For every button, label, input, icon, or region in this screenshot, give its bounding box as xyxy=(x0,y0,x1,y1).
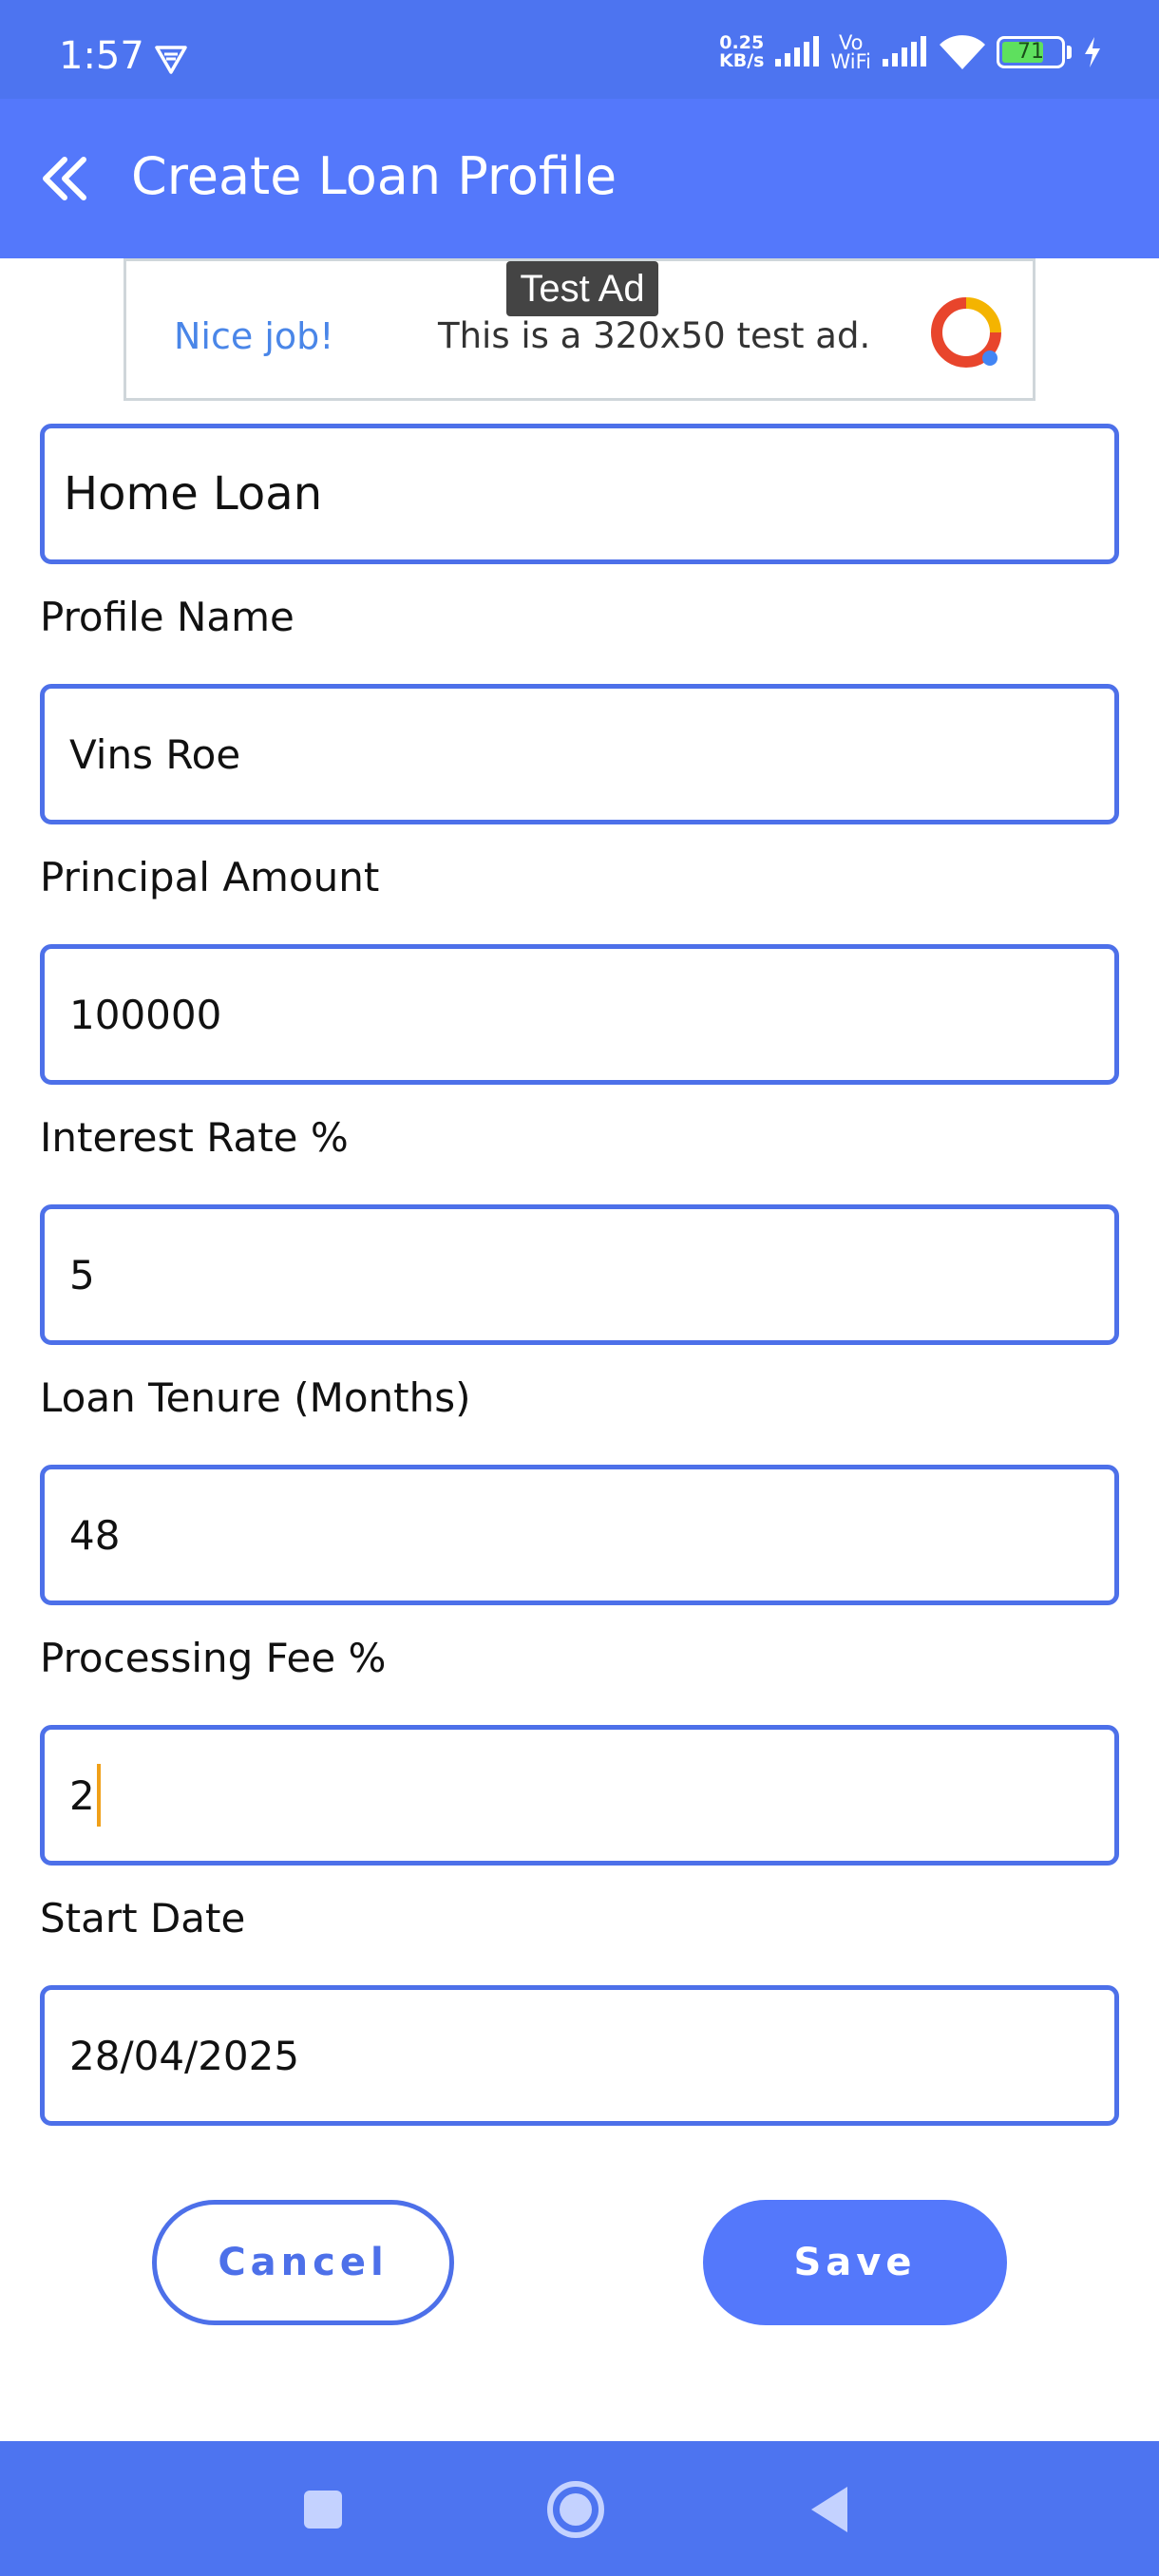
save-button[interactable]: Save xyxy=(703,2200,1007,2325)
principal-amount-input[interactable]: 100000 xyxy=(40,944,1119,1085)
principal-amount-label: Principal Amount xyxy=(40,854,380,900)
double-chevron-left-icon[interactable] xyxy=(36,148,97,209)
ad-headline: Nice job! xyxy=(174,315,334,357)
profile-name-label: Profile Name xyxy=(40,594,294,640)
network-speed-unit: KB/s xyxy=(719,50,765,71)
signal-icon xyxy=(775,36,820,66)
battery-icon: 71 xyxy=(997,36,1065,68)
start-date-label: Start Date xyxy=(40,1895,246,1941)
processing-fee-label: Processing Fee % xyxy=(40,1635,387,1681)
network-speed: 0.25 KB/s xyxy=(719,34,764,70)
recents-square-icon[interactable] xyxy=(287,2473,359,2546)
wifi-icon xyxy=(940,35,985,69)
ad-description: This is a 320x50 test ad. xyxy=(438,315,871,356)
vpn-icon xyxy=(155,46,187,74)
home-circle-icon[interactable] xyxy=(540,2473,612,2546)
interest-rate-input[interactable]: 5 xyxy=(40,1204,1119,1345)
system-nav-bar xyxy=(0,2441,1159,2576)
ad-logo-icon xyxy=(931,297,1001,368)
text-cursor xyxy=(96,1764,101,1827)
loan-type-field[interactable]: Home Loan xyxy=(40,424,1119,564)
loan-tenure-input[interactable]: 48 xyxy=(40,1465,1119,1605)
app-bar: Create Loan Profile xyxy=(0,99,1159,258)
signal-icon xyxy=(883,36,926,66)
charging-icon xyxy=(1085,37,1100,67)
profile-name-input[interactable]: Vins Roe xyxy=(40,684,1119,824)
cancel-button[interactable]: Cancel xyxy=(152,2200,454,2325)
vowifi-bottom: WiFi xyxy=(830,50,871,73)
vowifi-indicator: Vo WiFi xyxy=(830,31,871,73)
status-time: 1:57 xyxy=(59,34,144,78)
vowifi-top: Vo xyxy=(838,31,864,54)
start-date-input[interactable]: 28/04/2025 xyxy=(40,1985,1119,2126)
ad-tag: Test Ad xyxy=(506,261,658,316)
status-icons: 0.25 KB/s Vo WiFi 71 xyxy=(719,28,1104,76)
interest-rate-label: Interest Rate % xyxy=(40,1114,349,1161)
back-triangle-icon[interactable] xyxy=(794,2473,866,2546)
processing-fee-input[interactable]: 2 xyxy=(40,1725,1119,1866)
ad-banner[interactable]: Test Ad Nice job! This is a 320x50 test … xyxy=(124,258,1036,401)
status-bar: 1:57 0.25 KB/s Vo WiFi 71 xyxy=(0,0,1159,99)
loan-tenure-label: Loan Tenure (Months) xyxy=(40,1374,471,1421)
battery-level: 71 xyxy=(1017,40,1044,64)
page-title: Create Loan Profile xyxy=(131,146,618,206)
processing-fee-value: 2 xyxy=(69,1771,95,1819)
